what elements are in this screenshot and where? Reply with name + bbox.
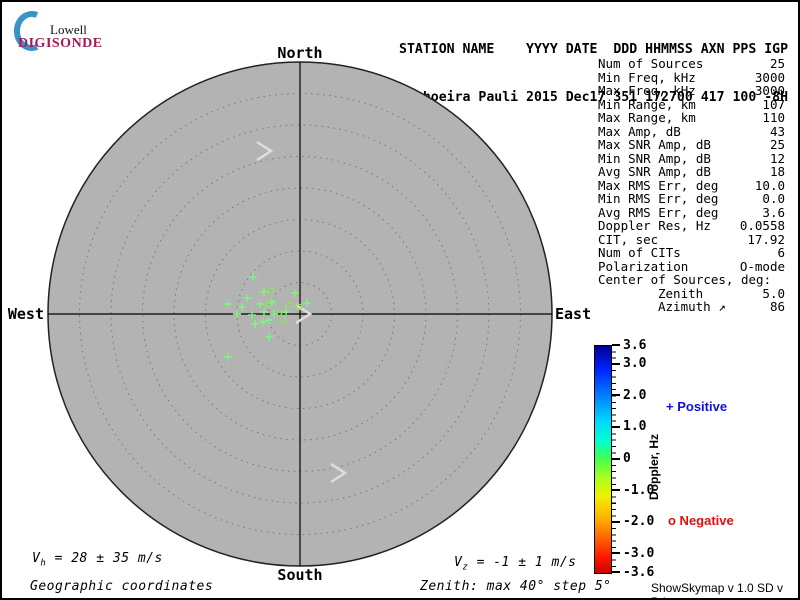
- parameter-label: Max SNR Amp, dB: [598, 137, 711, 152]
- parameter-label: Center of Sources, deg:: [598, 272, 772, 287]
- parameter-row: Num of CITs 6: [598, 246, 785, 260]
- colorbar-major-tick: [612, 362, 620, 365]
- parameter-value: 25: [769, 137, 785, 152]
- colorbar-tick-label: 2.0: [623, 387, 647, 403]
- parameter-value: 18: [769, 164, 785, 179]
- horizontal-velocity-annotation: Vh = 28 ± 35 m/s: [32, 551, 163, 569]
- parameter-row: CIT, sec 17.92: [598, 231, 785, 247]
- compass-label-west: West: [7, 305, 44, 323]
- parameter-value: 0.0: [762, 191, 785, 206]
- parameter-label: Min RMS Err, deg: [598, 191, 719, 206]
- parameter-label: Num of Sources: [598, 56, 704, 71]
- colorbar-major-tick: [612, 520, 620, 523]
- colorbar-major-tick: [612, 457, 620, 460]
- legend-negative: o Negative: [668, 513, 734, 528]
- parameter-row: Min SNR Amp, dB 12: [598, 150, 785, 166]
- compass-label-east: East: [555, 305, 592, 323]
- colorbar-major-tick: [612, 394, 620, 397]
- colorbar-major-tick: [612, 571, 620, 573]
- parameter-label: Avg RMS Err, deg: [598, 204, 719, 220]
- parameter-label: Avg SNR Amp, dB: [598, 164, 711, 179]
- parameter-row: Min Range, km 107: [598, 96, 785, 112]
- parameter-label: Num of CITs: [598, 245, 681, 260]
- colorbar-title: Doppler, Hz: [647, 433, 661, 500]
- parameter-value: 107: [762, 96, 785, 112]
- colorbar-tick-label: -2.0: [623, 514, 655, 530]
- parameter-row: Doppler Res, Hz 0.0558: [598, 219, 785, 233]
- software-version-label: ShowSkymap v 1.0 SD v 5.1: [651, 581, 784, 598]
- parameter-value: 3.6: [762, 204, 785, 220]
- parameter-label: Min Range, km: [598, 96, 696, 112]
- parameter-row: Avg RMS Err, deg 3.6: [598, 204, 785, 220]
- parameter-label: Max RMS Err, deg: [598, 177, 719, 193]
- colorbar-major-tick: [612, 552, 620, 555]
- parameter-row: Min RMS Err, deg 0.0: [598, 192, 785, 206]
- skymap-window: Lowell DIGISONDE STATION NAME YYYY DATE …: [0, 0, 800, 600]
- parameter-row: Max Range, km 110: [598, 111, 785, 125]
- parameter-label: Polarization: [598, 258, 689, 274]
- parameter-label: CIT, sec: [598, 231, 659, 247]
- colorbar-tick-label: 0: [623, 451, 631, 466]
- legend-positive: + Positive: [666, 399, 728, 414]
- colorbar-tick-label: 3.6: [623, 337, 647, 353]
- parameter-value: 3000: [754, 83, 785, 98]
- parameter-value: 6: [777, 245, 785, 260]
- parameter-row: Center of Sources, deg:: [598, 273, 785, 287]
- parameter-value: 0.0558: [739, 218, 785, 233]
- coordinate-system-label: Geographic coordinates: [30, 579, 214, 594]
- colorbar-major-tick: [612, 425, 620, 428]
- parameter-value: 10.0: [754, 177, 785, 193]
- zenith-scale-note: Zenith: max 40° step 5°: [420, 579, 612, 594]
- parameter-row: Max RMS Err, deg 10.0: [598, 177, 785, 193]
- parameter-value: 12: [769, 150, 785, 166]
- colorbar-tick-label: 1.0: [623, 419, 647, 435]
- parameter-row: Zenith 5.0: [598, 285, 785, 301]
- parameter-label: Min Freq, kHz: [598, 69, 696, 85]
- parameter-label: Max Freq, kHz: [598, 83, 696, 98]
- parameter-label: Min SNR Amp, dB: [598, 150, 711, 166]
- parameter-panel: Num of Sources 25 Min Freq, kHz 3000 Max Fre…: [598, 57, 785, 314]
- parameter-label: Zenith: [658, 285, 704, 301]
- compass-label-north: North: [277, 44, 323, 62]
- parameter-value: 110: [762, 110, 785, 125]
- parameter-row: Max SNR Amp, dB 25: [598, 138, 785, 152]
- parameter-row: Max Amp, dB 43: [598, 123, 785, 139]
- parameter-row: Avg SNR Amp, dB 18: [598, 165, 785, 179]
- colorbar-major-tick: [612, 489, 620, 492]
- parameter-label: Max Amp, dB: [598, 123, 681, 139]
- parameter-row: Max Freq, kHz 3000: [598, 84, 785, 98]
- parameter-value: 43: [769, 123, 785, 139]
- parameter-value: 86: [769, 299, 785, 314]
- colorbar-major-tick: [612, 344, 620, 346]
- colorbar-tick-label: -3.6: [623, 564, 655, 580]
- parameter-row: Polarization O-mode: [598, 258, 785, 274]
- parameter-label: Azimuth ↗: [658, 299, 726, 314]
- parameter-label: Doppler Res, Hz: [598, 218, 711, 233]
- parameter-row: Azimuth ↗ 86: [598, 300, 785, 314]
- parameter-value: 17.92: [747, 231, 785, 247]
- parameter-value: 25: [769, 56, 785, 71]
- vertical-velocity-annotation: Vz = -1 ± 1 m/s: [454, 555, 577, 573]
- doppler-colorbar: [594, 345, 612, 574]
- parameter-value: O-mode: [739, 258, 785, 274]
- colorbar-tick-label: -3.0: [623, 545, 655, 561]
- colorbar-tick-label: 3.0: [623, 356, 647, 372]
- parameter-value: 5.0: [762, 285, 785, 301]
- parameter-label: Max Range, km: [598, 110, 696, 125]
- parameter-row: Min Freq, kHz 3000: [598, 69, 785, 85]
- parameter-value: 3000: [754, 69, 785, 85]
- parameter-row: Num of Sources 25: [598, 57, 785, 71]
